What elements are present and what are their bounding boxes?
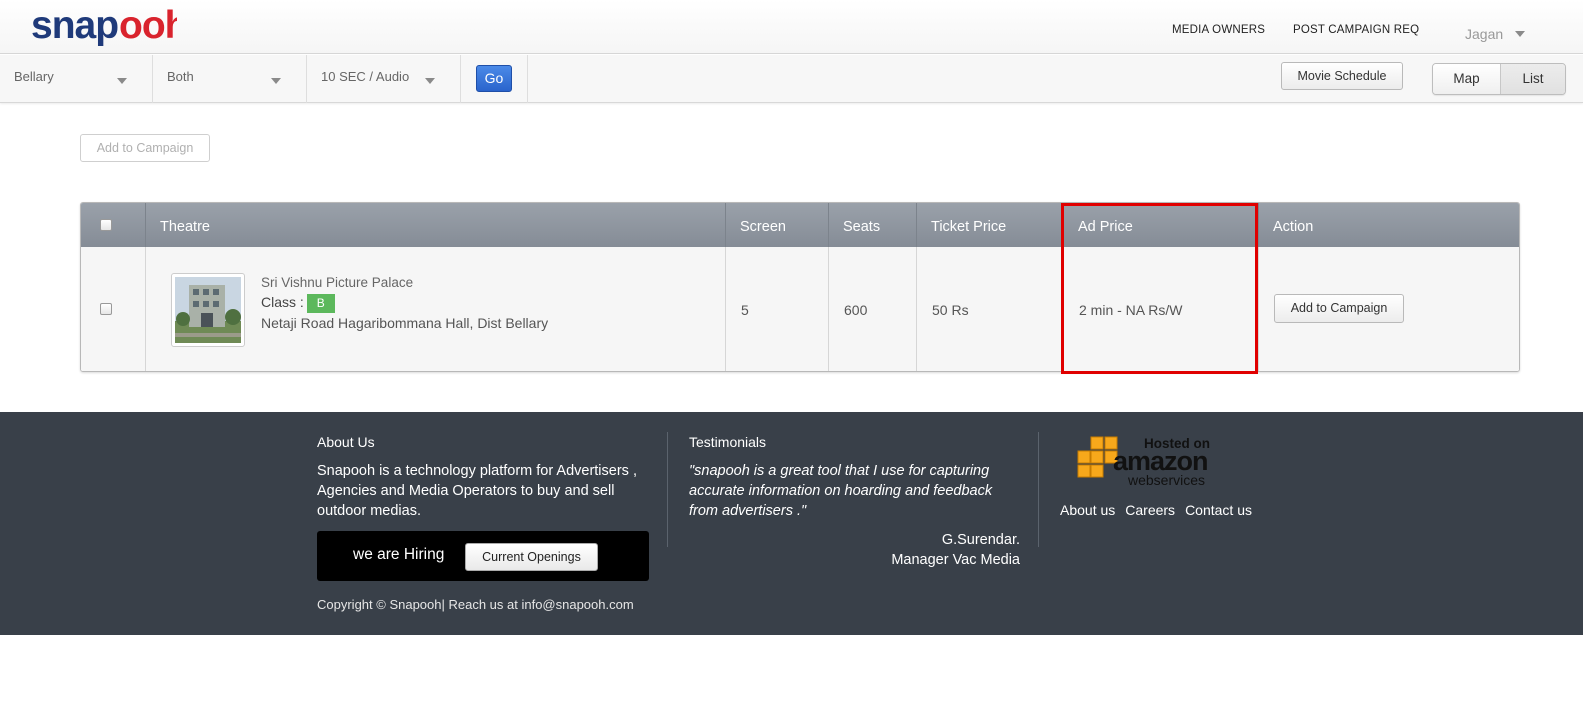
chevron-down-icon	[117, 78, 127, 84]
hiring-banner: we are Hiring Current Openings	[317, 531, 649, 581]
column-ticket-price: Ticket Price	[931, 219, 1007, 235]
svg-text:snap: snap	[31, 4, 118, 47]
ticket-price-value: 50 Rs	[932, 302, 969, 318]
current-openings-button[interactable]: Current Openings	[465, 543, 598, 571]
column-seats: Seats	[843, 219, 881, 235]
class-badge: B	[306, 294, 335, 313]
aws-webservices: webservices	[1128, 472, 1206, 488]
theatre-address: Netaji Road Hagaribommana Hall, Dist Bel…	[261, 315, 549, 331]
nav-post-campaign-req[interactable]: POST CAMPAIGN REQ	[1293, 24, 1419, 36]
ad-price-highlight	[1061, 203, 1258, 374]
about-heading: About Us	[317, 434, 375, 450]
theatre-table: Theatre Screen Seats Ticket Price Ad Pri…	[80, 202, 1520, 372]
column-theatre: Theatre	[160, 219, 210, 235]
table-row: Sri Vishnu Picture Palace Class :B Netaj…	[81, 247, 1519, 371]
city-select[interactable]: Bellary	[0, 55, 153, 103]
map-view-button[interactable]: Map	[1433, 64, 1501, 94]
city-value: Bellary	[14, 69, 54, 84]
list-view-button[interactable]: List	[1501, 64, 1565, 94]
top-header: snap ooh MEDIA OWNERS POST CAMPAIGN REQ …	[0, 0, 1583, 54]
select-all-checkbox[interactable]	[100, 219, 112, 231]
type-select[interactable]: Both	[153, 55, 307, 103]
aws-logo: Hosted on amazon webservices	[1077, 434, 1227, 492]
footer-links: About us Careers Contact us	[1060, 502, 1252, 518]
theatre-name[interactable]: Sri Vishnu Picture Palace	[261, 275, 413, 290]
copyright: Copyright © Snapooh| Reach us at info@sn…	[317, 597, 634, 612]
user-menu[interactable]: Jagan	[1465, 26, 1526, 42]
screen-value: 5	[741, 302, 749, 318]
column-action: Action	[1273, 219, 1314, 235]
type-value: Both	[167, 69, 194, 84]
footer: About Us Snapooh is a technology platfor…	[0, 412, 1583, 635]
nav-media-owners[interactable]: MEDIA OWNERS	[1172, 24, 1265, 36]
add-to-campaign-row-button[interactable]: Add to Campaign	[1274, 294, 1404, 323]
duration-select[interactable]: 10 SEC / Audio	[307, 55, 461, 103]
footer-link-contact[interactable]: Contact us	[1185, 502, 1252, 518]
footer-link-careers[interactable]: Careers	[1125, 502, 1175, 518]
table-header: Theatre Screen Seats Ticket Price Ad Pri…	[81, 203, 1519, 247]
testimonial-role: Manager Vac Media	[891, 552, 1020, 568]
column-screen: Screen	[740, 219, 786, 235]
theatre-photo-image	[175, 277, 241, 343]
filter-bar: Bellary Both 10 SEC / Audio Go Movie Sch…	[0, 55, 1583, 103]
chevron-down-icon	[271, 78, 281, 84]
testimonial-author: G.Surendar.	[941, 532, 1020, 548]
seats-value: 600	[844, 302, 868, 318]
row-checkbox[interactable]	[100, 303, 112, 315]
footer-link-about[interactable]: About us	[1060, 502, 1115, 518]
duration-value: 10 SEC / Audio	[321, 69, 410, 84]
hiring-text: we are Hiring	[353, 546, 445, 563]
movie-schedule-button[interactable]: Movie Schedule	[1281, 62, 1403, 90]
theatre-thumbnail[interactable]	[171, 273, 245, 347]
chevron-down-icon	[425, 78, 435, 84]
snapooh-logo[interactable]: snap ooh	[31, 2, 177, 52]
theatre-class: Class :B	[261, 294, 335, 313]
class-label: Class :	[261, 294, 304, 311]
chevron-down-icon	[1515, 31, 1526, 37]
go-button[interactable]: Go	[476, 65, 512, 92]
user-name: Jagan	[1465, 26, 1504, 42]
svg-text:ooh: ooh	[119, 4, 177, 47]
about-text: Snapooh is a technology platform for Adv…	[317, 463, 637, 519]
testimonial-quote: "snapooh is a great tool that I use for …	[689, 463, 993, 519]
add-to-campaign-button-top[interactable]: Add to Campaign	[80, 134, 210, 162]
view-toggle: Map List	[1432, 63, 1566, 95]
testimonials-heading: Testimonials	[689, 434, 767, 450]
logo-wordmark: snap ooh	[31, 4, 177, 47]
